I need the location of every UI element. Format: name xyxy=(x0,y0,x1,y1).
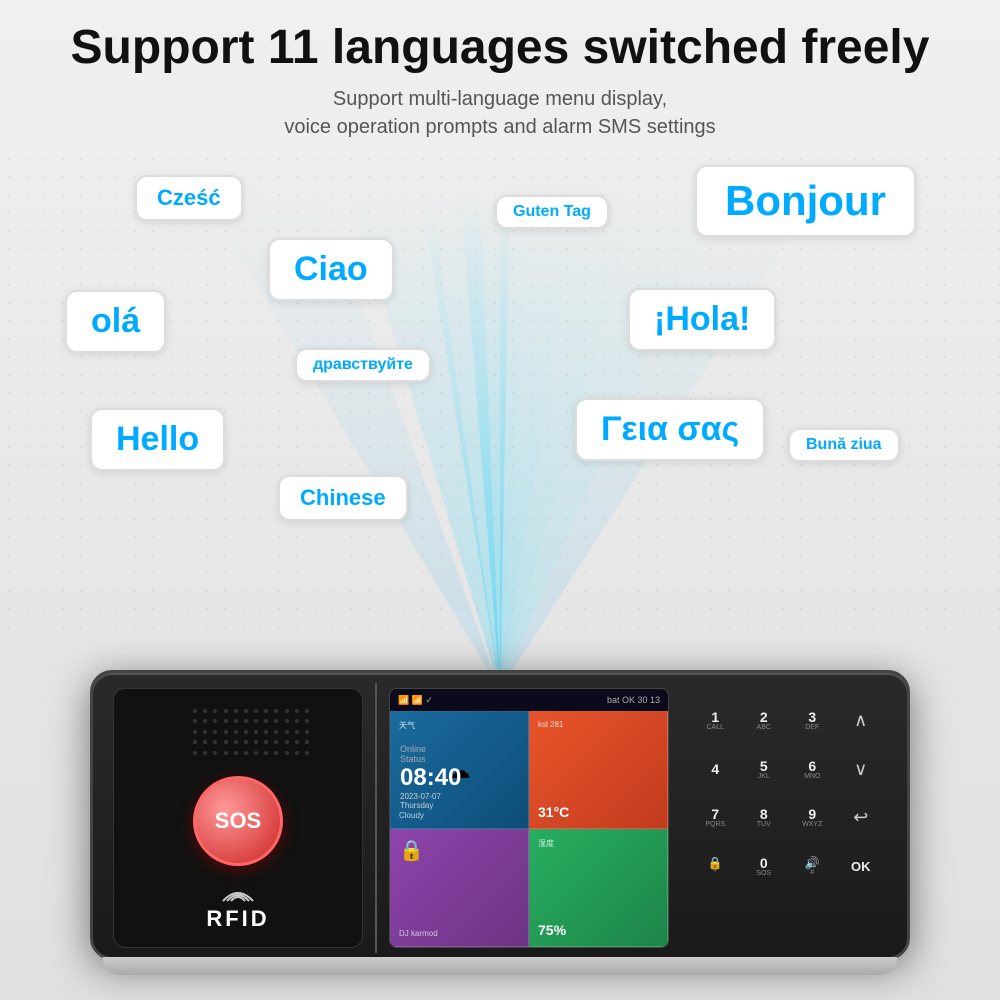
device-screen: 📶 📶 ✓ bat OK 30 13 天气 ☁ Cloudy ksl 281 3… xyxy=(389,688,669,948)
key-hash[interactable]: 🔊# xyxy=(790,844,835,889)
key-3[interactable]: 3DEF xyxy=(790,698,835,743)
lang-bubble-french: Bonjour xyxy=(695,165,916,237)
left-panel: SOS RFID xyxy=(113,688,363,948)
key-6[interactable]: 6MNO xyxy=(790,747,835,792)
main-title: Support 11 languages switched freely xyxy=(40,20,960,75)
lang-bubble-russian: дравствуйте xyxy=(295,348,431,382)
subtitle-line2: voice operation prompts and alarm SMS se… xyxy=(284,116,715,138)
screen-tile-temp: ksl 281 31°C xyxy=(529,711,668,829)
key-2[interactable]: 2ABC xyxy=(742,698,787,743)
lang-bubble-czech: Cześć xyxy=(135,175,243,221)
device-keypad: 1CALL 2ABC 3DEF ∧ 4 5JKL 6MNO ∨ 7PQRS 8T… xyxy=(683,688,893,948)
key-0[interactable]: 0SOS xyxy=(742,844,787,889)
key-1[interactable]: 1CALL xyxy=(693,698,738,743)
screen-content: 📶 📶 ✓ bat OK 30 13 天气 ☁ Cloudy ksl 281 3… xyxy=(390,689,668,947)
speaker-grid xyxy=(193,709,313,759)
sos-button[interactable]: SOS xyxy=(193,776,283,866)
lang-bubble-portuguese: olá xyxy=(65,290,166,353)
device-divider xyxy=(375,683,377,953)
screen-time-overlay: Online Status 08:40 2023-07-07 Thursday xyxy=(400,744,461,810)
lang-bubble-german: Guten Tag xyxy=(495,195,609,229)
lang-bubble-italian: Ciao xyxy=(268,238,394,301)
device-base-edge xyxy=(103,957,897,975)
key-down[interactable]: ∨ xyxy=(839,747,884,792)
lang-bubble-romanian: Bună ziua xyxy=(788,428,900,462)
key-5[interactable]: 5JKL xyxy=(742,747,787,792)
lang-bubble-chinese: Chinese xyxy=(278,475,408,521)
lang-bubble-greek: Γεια σας xyxy=(575,398,765,461)
header: Support 11 languages switched freely Sup… xyxy=(0,20,1000,141)
rfid-text: RFID xyxy=(206,906,269,932)
page-container: Support 11 languages switched freely Sup… xyxy=(0,0,1000,1000)
rfid-label: RFID xyxy=(206,883,269,932)
device-container: SOS RFID xyxy=(90,670,910,980)
lang-bubble-spanish: ¡Hola! xyxy=(628,288,776,351)
screen-status-bar: 📶 📶 ✓ bat OK 30 13 xyxy=(390,689,668,711)
screen-tile-smart: 🔒 DJ karmod xyxy=(390,829,529,947)
key-7[interactable]: 7PQRS xyxy=(693,796,738,841)
key-up[interactable]: ∧ xyxy=(839,698,884,743)
subtitle-line1: Support multi-language menu display, xyxy=(333,88,667,110)
subtitle: Support multi-language menu display, voi… xyxy=(40,85,960,141)
device-body: SOS RFID xyxy=(90,670,910,960)
lang-bubble-english: Hello xyxy=(90,408,225,471)
key-back[interactable]: ↩ xyxy=(839,796,884,841)
key-ok[interactable]: OK xyxy=(839,844,884,889)
key-lock[interactable]: 🔒* xyxy=(693,844,738,889)
key-8[interactable]: 8TUV xyxy=(742,796,787,841)
key-9[interactable]: 9WXYZ xyxy=(790,796,835,841)
screen-tile-humidity: 湿度 75% xyxy=(529,829,668,947)
key-4[interactable]: 4 xyxy=(693,747,738,792)
rfid-waves xyxy=(218,883,258,903)
